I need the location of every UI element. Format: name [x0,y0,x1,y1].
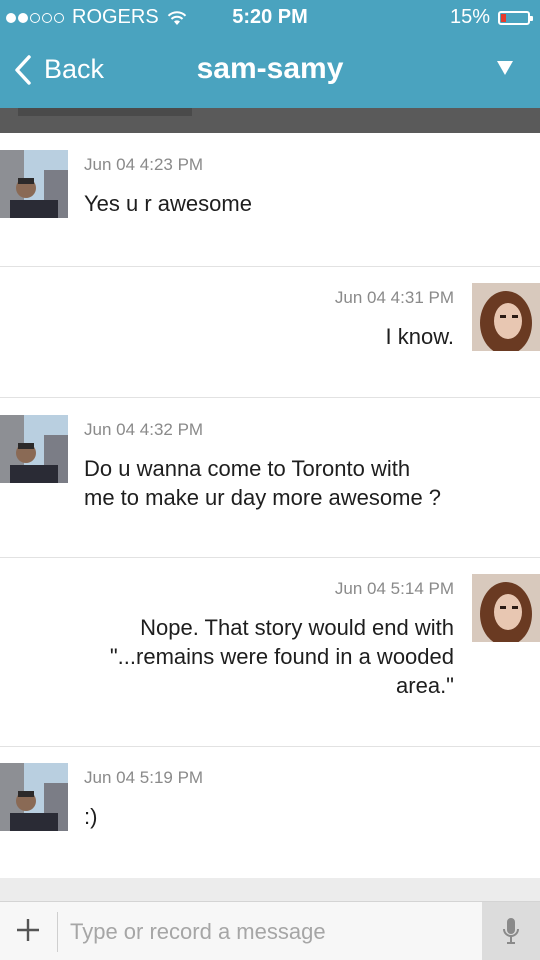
dropdown-caret-icon[interactable] [496,60,514,76]
plus-icon[interactable] [14,916,42,944]
shadow-shade [18,108,192,116]
message-composer [0,901,540,960]
battery-percent: 15% [449,6,490,28]
battery-nub [530,15,533,21]
composer-divider [57,912,58,952]
message-item: Jun 04 5:19 PM :) [0,746,540,878]
status-right: 15% [449,6,533,29]
header: ROGERS 5:20 PM 15% Back sam-samy [0,0,540,108]
avatar [0,150,68,218]
record-button[interactable] [482,902,540,960]
message-text: Yes u r awesome [84,191,252,216]
avatar [0,415,68,483]
avatar [472,574,540,642]
message-text: :) [84,804,98,829]
message-item: Jun 04 4:23 PM Yes u r awesome [0,133,540,267]
message-text: Nope. That story would end with "...rema… [109,615,454,698]
battery-icon [498,10,533,25]
message-item: Jun 04 5:14 PM Nope. That story would en… [0,557,540,747]
message-item: Jun 04 4:32 PM Do u wanna come to Toront… [0,398,540,558]
message-timestamp: Jun 04 4:32 PM [84,420,204,439]
avatar [472,283,540,351]
composer-spacer [0,878,540,901]
message-timestamp: Jun 04 5:14 PM [334,579,454,598]
message-timestamp: Jun 04 4:31 PM [334,288,454,307]
avatar [0,763,68,831]
battery-level [501,13,506,22]
header-shadow-band [0,108,540,133]
microphone-icon [503,918,519,944]
message-timestamp: Jun 04 5:19 PM [84,768,204,787]
conversation-title: sam-samy [196,52,344,85]
message-timestamp: Jun 04 4:23 PM [84,155,204,174]
nav-bar: Back sam-samy [0,36,540,108]
message-text: Do u wanna come to Toronto with me to ma… [84,456,442,510]
message-input[interactable] [68,910,472,954]
message-item: Jun 04 4:31 PM I know. [0,266,540,398]
message-text: I know. [385,324,454,349]
status-bar: ROGERS 5:20 PM 15% [0,0,540,36]
